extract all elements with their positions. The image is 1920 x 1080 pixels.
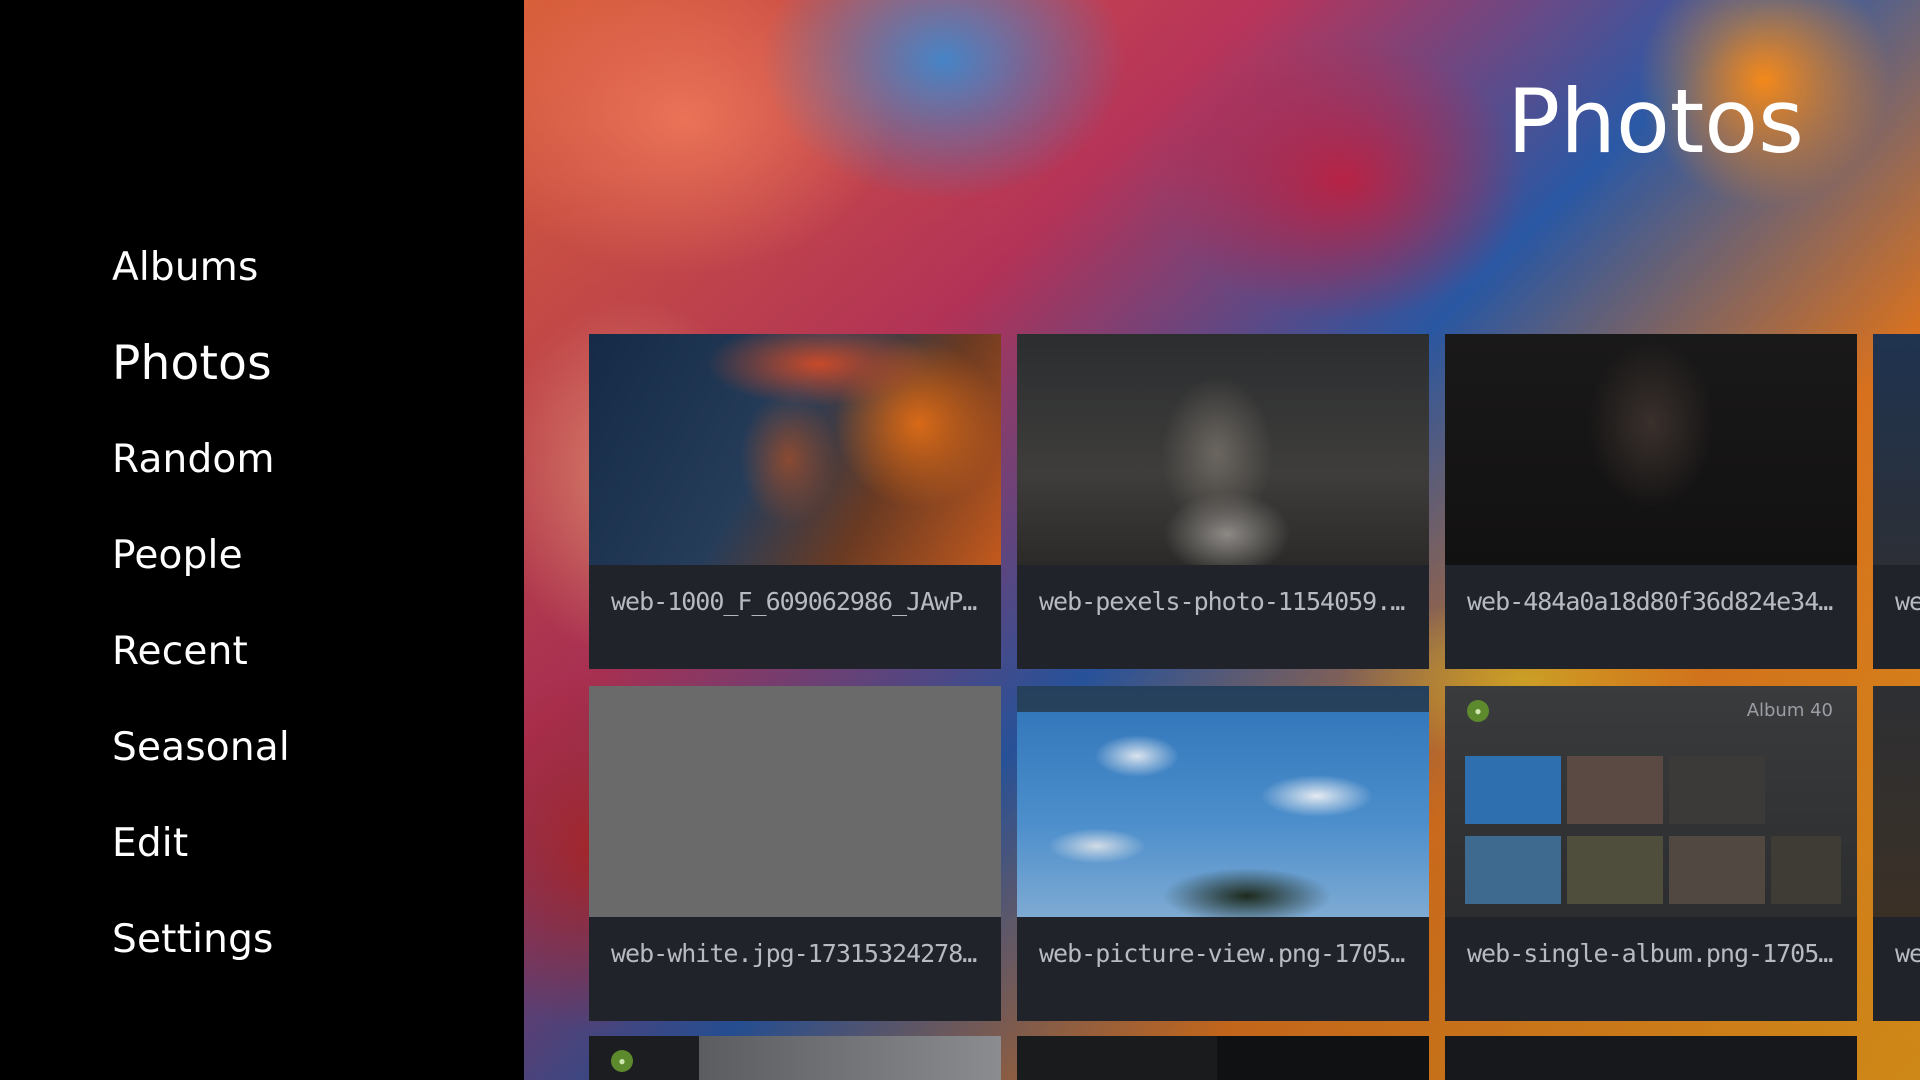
nav-item-people[interactable]: People xyxy=(112,536,243,575)
album-tile xyxy=(1567,836,1663,904)
photo-thumbnail: ● xyxy=(589,1036,1001,1080)
photo-card[interactable]: web-484a0a18d80f36d824e34c... xyxy=(1445,334,1857,669)
photo-card-partial[interactable]: we xyxy=(1873,686,1920,1021)
photo-thumbnail xyxy=(1017,1036,1429,1080)
screenshot-toolbar xyxy=(1017,686,1429,712)
photo-card[interactable]: web-picture-view.png-1705754... xyxy=(1017,686,1429,1021)
photo-thumbnail xyxy=(1017,686,1429,917)
photo-thumbnail xyxy=(1873,334,1920,565)
album-tile xyxy=(1669,836,1765,904)
photo-card[interactable]: web-white.jpg-1731532427838 xyxy=(589,686,1001,1021)
photo-thumbnail xyxy=(1445,334,1857,565)
photo-card[interactable]: web-1000_F_609062986_JAwP... xyxy=(589,334,1001,669)
photo-caption: web-484a0a18d80f36d824e34c... xyxy=(1467,587,1843,616)
album-label: Album 40 xyxy=(1746,700,1833,721)
photo-thumbnail xyxy=(1017,334,1429,565)
photo-caption: web-pexels-photo-1154059.jpe... xyxy=(1039,587,1415,616)
nav-item-edit[interactable]: Edit xyxy=(112,824,188,863)
photo-thumbnail xyxy=(589,686,1001,917)
search-icon: ● xyxy=(1467,700,1489,722)
album-tile xyxy=(1771,836,1841,904)
album-tile xyxy=(1465,756,1561,824)
page-title: Photos xyxy=(1507,70,1804,173)
sidebar-nav: Albums Photos Random People Recent Seaso… xyxy=(0,0,524,1080)
nav-item-random[interactable]: Random xyxy=(112,440,275,479)
photo-thumbnail xyxy=(1873,686,1920,917)
photo-caption: we xyxy=(1895,939,1920,968)
album-tile xyxy=(1669,756,1765,824)
photo-caption: web-white.jpg-1731532427838 xyxy=(611,939,987,968)
photo-card-partial[interactable] xyxy=(1017,1036,1429,1080)
nav-item-photos[interactable]: Photos xyxy=(112,340,272,387)
nav-item-seasonal[interactable]: Seasonal xyxy=(112,728,290,767)
photo-card[interactable]: web-pexels-photo-1154059.jpe... xyxy=(1017,334,1429,669)
search-icon: ● xyxy=(611,1050,633,1072)
photo-thumbnail xyxy=(1445,1036,1857,1080)
photo-card-partial[interactable] xyxy=(1445,1036,1857,1080)
album-tile xyxy=(1465,836,1561,904)
photo-caption: web-picture-view.png-1705754... xyxy=(1039,939,1415,968)
photo-card-partial[interactable]: we xyxy=(1873,334,1920,669)
photo-caption: we xyxy=(1895,587,1920,616)
nav-item-recent[interactable]: Recent xyxy=(112,632,248,671)
photos-content-area: Photos web-1000_F_609062986_JAwP... web-… xyxy=(524,0,1920,1080)
photo-card-partial[interactable]: ● xyxy=(589,1036,1001,1080)
photo-caption: web-1000_F_609062986_JAwP... xyxy=(611,587,987,616)
nav-item-albums[interactable]: Albums xyxy=(112,248,259,287)
nav-item-settings[interactable]: Settings xyxy=(112,920,274,959)
album-tile xyxy=(1567,756,1663,824)
photo-card[interactable]: ● Album 40 web-single-album.png-1705754.… xyxy=(1445,686,1857,1021)
photo-thumbnail: ● Album 40 xyxy=(1445,686,1857,917)
photo-caption: web-single-album.png-1705754... xyxy=(1467,939,1843,968)
photo-thumbnail xyxy=(589,334,1001,565)
